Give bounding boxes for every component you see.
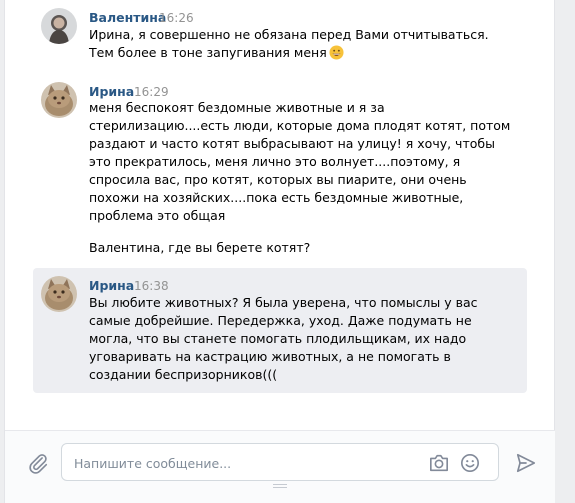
chat-panel: Валентина 16:26 Ирина, я совершенно не о… bbox=[4, 0, 556, 503]
message-text: Ирина, я совершенно не обязана перед Вам… bbox=[89, 26, 519, 62]
send-icon[interactable] bbox=[515, 452, 537, 474]
message-text: Вы любите животных? Я была уверена, что … bbox=[89, 295, 478, 382]
avatar[interactable] bbox=[41, 8, 77, 44]
avatar[interactable] bbox=[41, 276, 77, 312]
message-input-box bbox=[61, 443, 499, 481]
message-time[interactable]: 16:29 bbox=[134, 85, 169, 99]
message-composer bbox=[5, 430, 556, 503]
scrollbar[interactable] bbox=[555, 0, 575, 503]
camera-icon[interactable] bbox=[428, 453, 450, 473]
grinning-face-icon bbox=[329, 45, 344, 60]
message-text: Валентина, где вы берете котят? bbox=[89, 240, 311, 255]
message-text-body: Ирина, я совершенно не обязана перед Вам… bbox=[89, 27, 489, 60]
message-author[interactable]: Ирина bbox=[89, 84, 134, 99]
message-item: Ирина 16:38 Вы любите животных? Я была у… bbox=[33, 268, 527, 393]
message-text: меня беспокоят бездомные животные и я за… bbox=[89, 100, 511, 223]
message-time[interactable]: 16:38 bbox=[134, 279, 169, 293]
message-item: Валентина 16:26 Ирина, я совершенно не о… bbox=[33, 0, 527, 70]
smile-icon[interactable] bbox=[460, 453, 480, 473]
paperclip-icon[interactable] bbox=[27, 452, 49, 474]
resize-grip[interactable] bbox=[273, 484, 287, 490]
message-time[interactable]: 16:26 bbox=[159, 11, 194, 25]
message-input[interactable] bbox=[74, 453, 414, 473]
message-author[interactable]: Валентина bbox=[89, 10, 166, 25]
message-author[interactable]: Ирина bbox=[89, 278, 134, 293]
message-item: Ирина 16:29 меня беспокоят бездомные жив… bbox=[33, 76, 527, 262]
avatar[interactable] bbox=[41, 82, 77, 118]
